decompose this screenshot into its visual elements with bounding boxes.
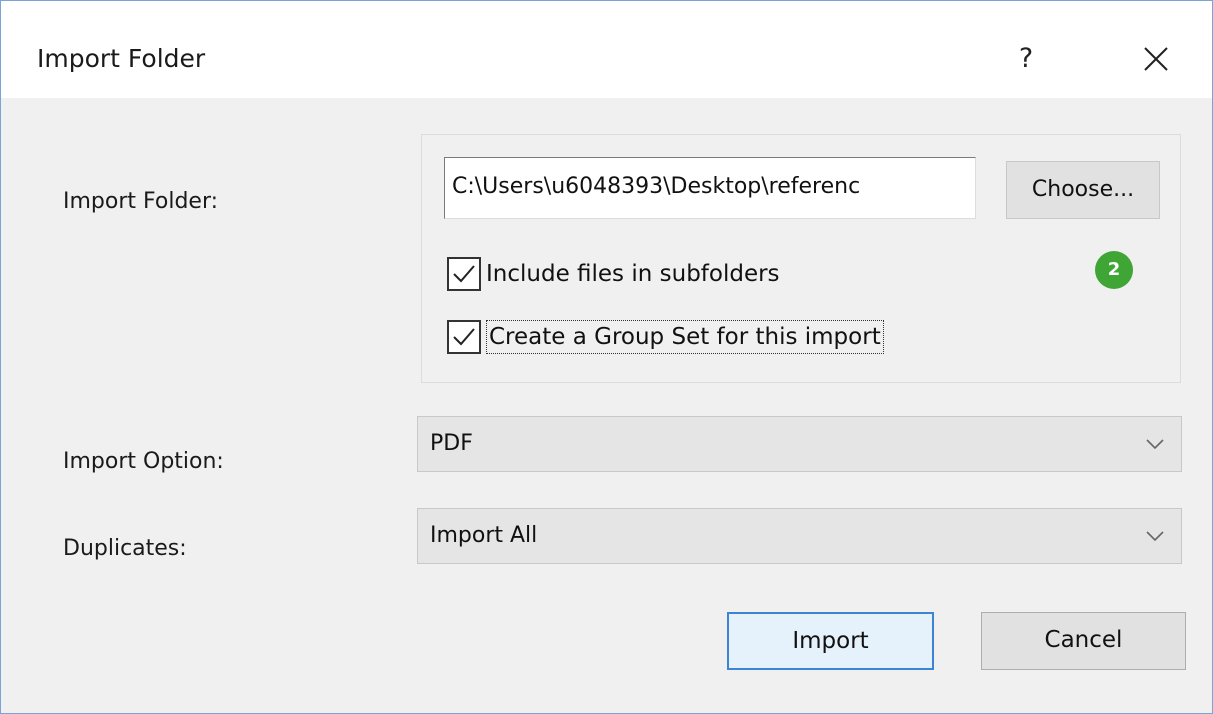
include-subfolders-option[interactable]: Include files in subfolders bbox=[447, 257, 780, 291]
import-option-value: PDF bbox=[430, 431, 473, 456]
import-folder-label: Import Folder: bbox=[63, 189, 219, 214]
duplicates-dropdown[interactable]: Import All bbox=[417, 508, 1182, 564]
cancel-button[interactable]: Cancel bbox=[981, 612, 1186, 670]
import-option-label: Import Option: bbox=[63, 449, 224, 474]
checkmark-icon bbox=[453, 265, 475, 283]
folder-path-field[interactable]: C:\Users\u6048393\Desktop\referenc bbox=[444, 157, 976, 219]
checkmark-icon bbox=[453, 328, 475, 346]
choose-button[interactable]: Choose... bbox=[1006, 161, 1160, 219]
close-button[interactable] bbox=[1131, 37, 1181, 81]
import-button[interactable]: Import bbox=[727, 612, 934, 670]
create-group-set-checkbox[interactable] bbox=[447, 320, 481, 354]
include-subfolders-checkbox[interactable] bbox=[447, 257, 481, 291]
title-bar: Import Folder ? bbox=[1, 1, 1212, 98]
help-button[interactable]: ? bbox=[1001, 37, 1051, 81]
duplicates-label: Duplicates: bbox=[63, 536, 187, 561]
create-group-set-label: Create a Group Set for this import bbox=[486, 320, 884, 354]
create-group-set-option[interactable]: Create a Group Set for this import bbox=[447, 320, 884, 354]
close-icon bbox=[1144, 47, 1168, 71]
chevron-down-icon bbox=[1146, 531, 1164, 542]
step-number-badge: 2 bbox=[1095, 251, 1133, 289]
duplicates-value: Import All bbox=[430, 523, 538, 548]
chevron-down-icon bbox=[1146, 439, 1164, 450]
import-folder-dialog: Import Folder ? Import Folder: C:\Users\… bbox=[0, 0, 1213, 714]
dialog-title: Import Folder bbox=[37, 44, 206, 73]
import-option-dropdown[interactable]: PDF bbox=[417, 416, 1182, 472]
include-subfolders-label: Include files in subfolders bbox=[486, 261, 780, 287]
